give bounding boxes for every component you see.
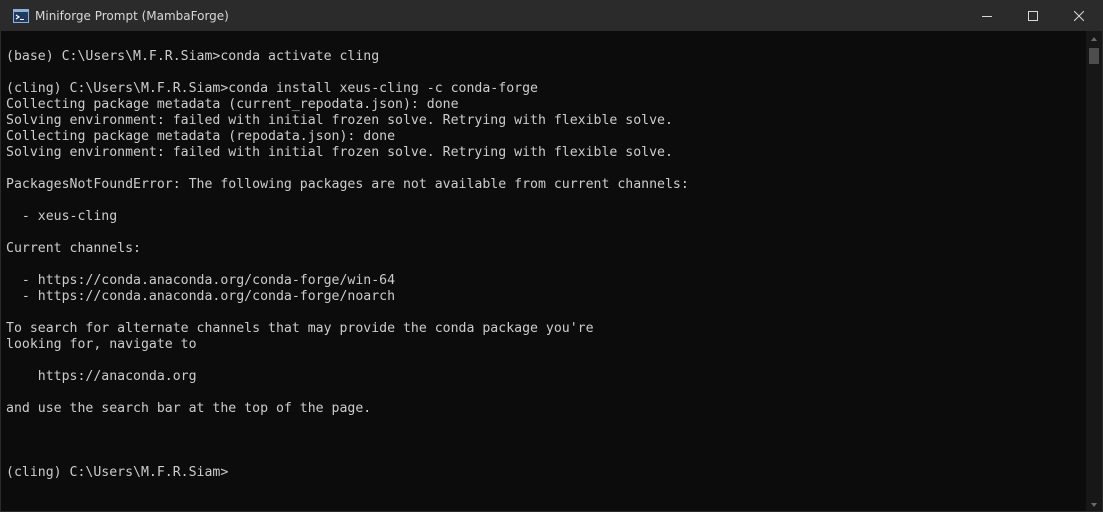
terminal-prompt-icon	[13, 8, 29, 24]
console-line: Current channels:	[6, 241, 141, 256]
console-line: Collecting package metadata (current_rep…	[6, 97, 459, 112]
scroll-thumb[interactable]	[1089, 48, 1099, 64]
console-line: and use the search bar at the top of the…	[6, 401, 372, 416]
maximize-button[interactable]	[1010, 1, 1056, 31]
vertical-scrollbar[interactable]	[1086, 31, 1102, 511]
title-bar[interactable]: Miniforge Prompt (MambaForge)	[1, 1, 1102, 31]
maximize-icon	[1028, 11, 1038, 21]
console-line: Solving environment: failed with initial…	[6, 145, 673, 160]
terminal-window: Miniforge Prompt (MambaForge) (base) C:\…	[0, 0, 1103, 512]
console-line: - https://conda.anaconda.org/conda-forge…	[6, 273, 396, 288]
minimize-icon	[982, 16, 992, 17]
window-title: Miniforge Prompt (MambaForge)	[35, 9, 229, 23]
scroll-up-arrow-icon	[1091, 37, 1097, 41]
console-line: https://anaconda.org	[6, 369, 197, 384]
console-line: (base) C:\Users\M.F.R.Siam>conda activat…	[6, 49, 380, 64]
console-line: PackagesNotFoundError: The following pac…	[6, 177, 689, 192]
console-line: - https://conda.anaconda.org/conda-forge…	[6, 289, 396, 304]
close-button[interactable]	[1056, 1, 1102, 31]
console-line: (cling) C:\Users\M.F.R.Siam>conda instal…	[6, 81, 538, 96]
console-line: looking for, navigate to	[6, 337, 197, 352]
console-line: (cling) C:\Users\M.F.R.Siam>	[6, 465, 229, 480]
scroll-up-button[interactable]	[1086, 31, 1102, 47]
console-line: - xeus-cling	[6, 209, 118, 224]
console-line: To search for alternate channels that ma…	[6, 321, 594, 336]
scroll-down-button[interactable]	[1086, 497, 1102, 511]
console-line: Collecting package metadata (repodata.js…	[6, 129, 396, 144]
minimize-button[interactable]	[964, 1, 1010, 31]
scroll-down-arrow-icon	[1091, 503, 1097, 507]
console-output[interactable]: (base) C:\Users\M.F.R.Siam>conda activat…	[1, 31, 1088, 511]
console-line: Solving environment: failed with initial…	[6, 113, 673, 128]
window-controls	[964, 1, 1102, 31]
close-icon	[1074, 11, 1084, 21]
